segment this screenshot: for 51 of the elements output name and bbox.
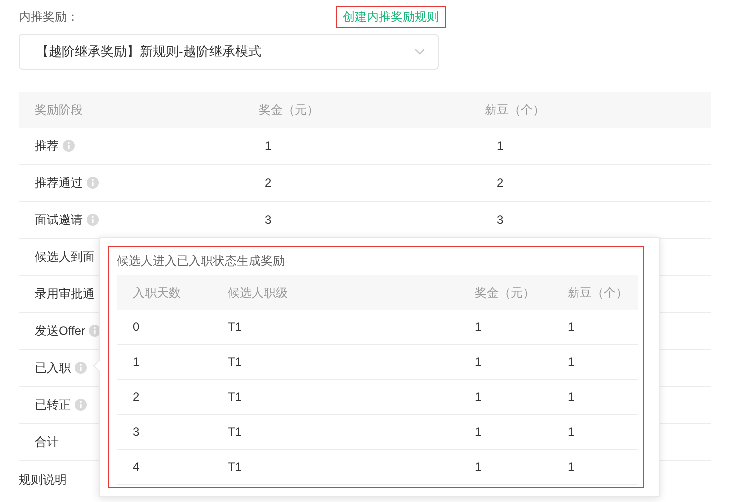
table-cell-text: 发送Offer xyxy=(35,323,86,340)
table-cell-text: 2 xyxy=(133,389,141,406)
table-cell-text: 录用审批通 xyxy=(35,286,95,303)
table-cell-text: T1 xyxy=(228,354,244,371)
column-header: 入职天数 xyxy=(133,284,182,302)
info-icon[interactable] xyxy=(63,140,75,152)
column-header: 奖励阶段 xyxy=(34,102,84,119)
table-cell-text: 面试邀请 xyxy=(35,212,83,229)
table-cell-text: 2 xyxy=(265,175,273,192)
table-cell-text: T1 xyxy=(228,459,244,476)
table-cell-text: 3 xyxy=(265,212,273,229)
column-header: 薪豆（个） xyxy=(485,102,546,119)
table-cell-text: 1 xyxy=(568,319,576,336)
table-cell-text: 2 xyxy=(497,175,505,192)
table-cell-text: 1 xyxy=(475,459,483,476)
table-cell-text: 1 xyxy=(475,389,483,406)
table-cell-text: T1 xyxy=(228,319,244,336)
table-cell-text: 1 xyxy=(568,459,576,476)
table-cell-text: 3 xyxy=(133,424,141,441)
field-label: 内推奖励： xyxy=(19,9,80,26)
section-heading: 规则说明 xyxy=(19,472,68,489)
table-cell-text: 1 xyxy=(265,138,273,155)
table-cell-text: 1 xyxy=(568,389,576,406)
table-cell-text: 推荐通过 xyxy=(35,175,83,192)
table-cell-text: 1 xyxy=(568,354,576,371)
table-cell-text: 1 xyxy=(475,354,483,371)
table-cell-text: 1 xyxy=(475,424,483,441)
table-cell-text: 推荐 xyxy=(35,138,59,155)
column-header: 候选人职级 xyxy=(228,284,289,302)
column-header: 奖金（元） xyxy=(259,102,320,119)
rule-select[interactable]: 【越阶继承奖励】新规则-越阶继承模式 xyxy=(19,34,439,70)
table-cell-text: 已入职 xyxy=(35,360,71,377)
table-cell-text: 已转正 xyxy=(35,397,71,414)
popover-title: 候选人进入已入职状态生成奖励 xyxy=(117,253,286,270)
table-cell-text: 候选人到面 xyxy=(35,249,95,266)
table-cell-text: 3 xyxy=(497,212,505,229)
table-cell-text: T1 xyxy=(228,424,244,441)
column-header: 奖金（元） xyxy=(475,284,536,302)
table-cell-text: 1 xyxy=(568,424,576,441)
column-header: 薪豆（个） xyxy=(568,284,629,302)
table-cell-text: 1 xyxy=(475,319,483,336)
info-icon[interactable] xyxy=(75,399,87,411)
info-icon[interactable] xyxy=(87,214,99,226)
table-cell-text: 合计 xyxy=(35,434,59,451)
table-cell-text: 0 xyxy=(133,319,141,336)
table-cell-text: 1 xyxy=(133,354,141,371)
table-cell-text: 1 xyxy=(497,138,505,155)
info-icon[interactable] xyxy=(87,177,99,189)
table-cell-text: 4 xyxy=(133,459,141,476)
table-cell-text: T1 xyxy=(228,389,244,406)
info-icon[interactable] xyxy=(75,362,87,374)
